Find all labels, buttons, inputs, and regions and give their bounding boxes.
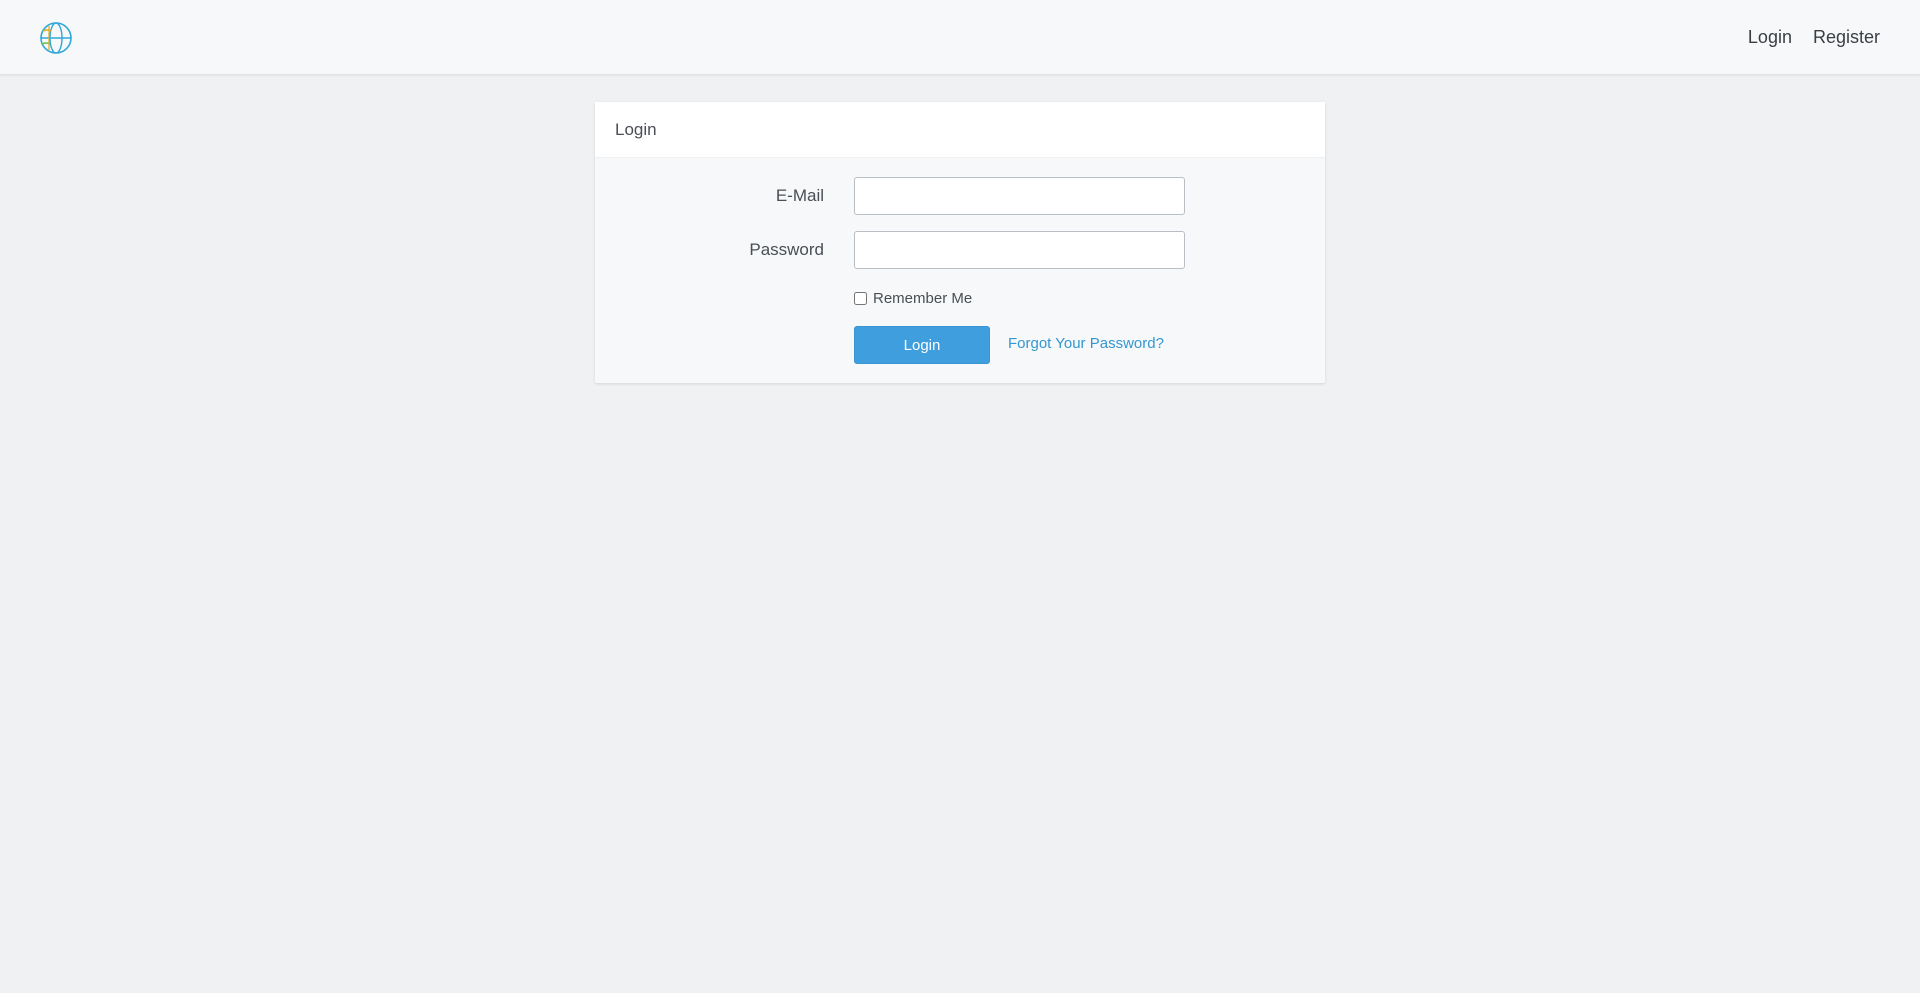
password-label: Password (749, 240, 824, 259)
login-card-title: Login (595, 102, 1325, 158)
login-card: Login E-Mail Password Remember Me Login … (595, 102, 1325, 383)
remember-me-checkbox[interactable] (854, 292, 867, 305)
nav-register-link[interactable]: Register (1813, 27, 1880, 48)
forgot-password-link[interactable]: Forgot Your Password? (1008, 335, 1164, 352)
top-navbar: Login Register (0, 0, 1920, 74)
remember-me-row: Remember Me (854, 290, 972, 307)
email-label: E-Mail (775, 186, 824, 205)
login-button[interactable]: Login (854, 326, 990, 364)
remember-me-label: Remember Me (873, 290, 973, 307)
nav-links: Login Register (1748, 0, 1880, 74)
nav-login-link[interactable]: Login (1748, 27, 1792, 48)
globe-logo-icon[interactable] (37, 20, 73, 56)
email-input[interactable] (854, 177, 1185, 215)
password-input[interactable] (854, 231, 1185, 269)
